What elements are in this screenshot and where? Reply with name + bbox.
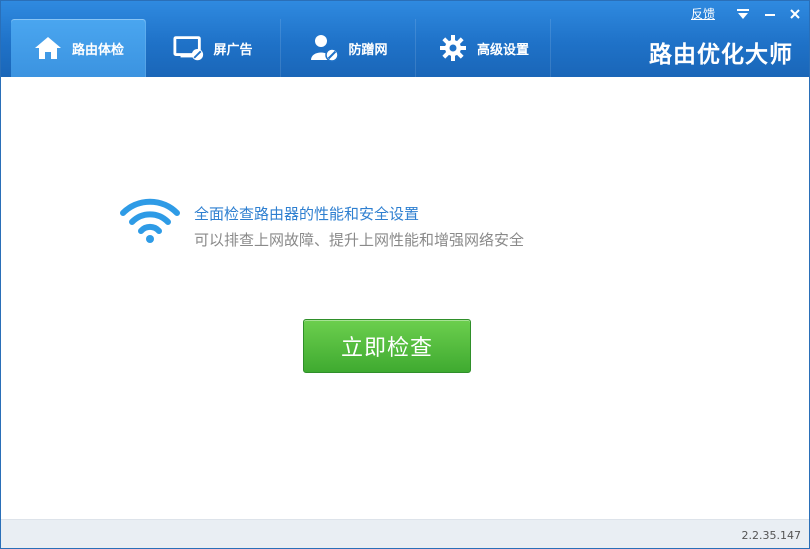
close-button[interactable]: [782, 3, 808, 25]
version-label: 2.2.35.147: [741, 529, 801, 542]
tab-bar: 路由体检 屏广告 防蹭网 高级设置: [11, 19, 551, 77]
minimize-button[interactable]: [757, 3, 783, 25]
tab-label: 高级设置: [476, 42, 529, 58]
tab-advanced-settings[interactable]: 高级设置: [416, 19, 551, 77]
tab-anti-freeloader[interactable]: 防蹭网: [281, 19, 416, 77]
start-check-button[interactable]: 立即检查: [303, 319, 471, 373]
feedback-link[interactable]: 反馈: [691, 5, 715, 22]
menu-dropdown-button[interactable]: [730, 3, 756, 25]
main-content: 全面检查路由器的性能和安全设置 可以排查上网故障、提升上网性能和增强网络安全 立…: [1, 77, 809, 517]
tab-label: 路由体检: [71, 42, 124, 58]
minimize-icon: [764, 5, 776, 24]
gear-icon: [437, 32, 469, 64]
check-headline: 全面检查路由器的性能和安全设置: [194, 205, 420, 223]
status-bar: 2.2.35.147: [1, 519, 809, 548]
user-block-icon: [308, 32, 340, 64]
close-icon: [789, 5, 801, 24]
wifi-icon: [119, 195, 181, 243]
check-description: 可以排查上网故障、提升上网性能和增强网络安全: [194, 231, 525, 249]
app-window: 路由体检 屏广告 防蹭网 高级设置 路由优化大师 反馈 全面检查路由器的性能和安…: [0, 0, 810, 549]
monitor-block-icon: [173, 32, 205, 64]
app-brand-logo: 路由优化大师: [649, 42, 793, 68]
chevron-down-icon: [736, 5, 750, 24]
tab-block-ads[interactable]: 屏广告: [146, 19, 281, 77]
tab-label: 防蹭网: [348, 42, 388, 58]
tab-router-checkup[interactable]: 路由体检: [11, 19, 146, 77]
home-icon: [32, 32, 64, 64]
tab-label: 屏广告: [213, 42, 253, 58]
header-bar: 路由体检 屏广告 防蹭网 高级设置 路由优化大师 反馈: [1, 1, 809, 77]
